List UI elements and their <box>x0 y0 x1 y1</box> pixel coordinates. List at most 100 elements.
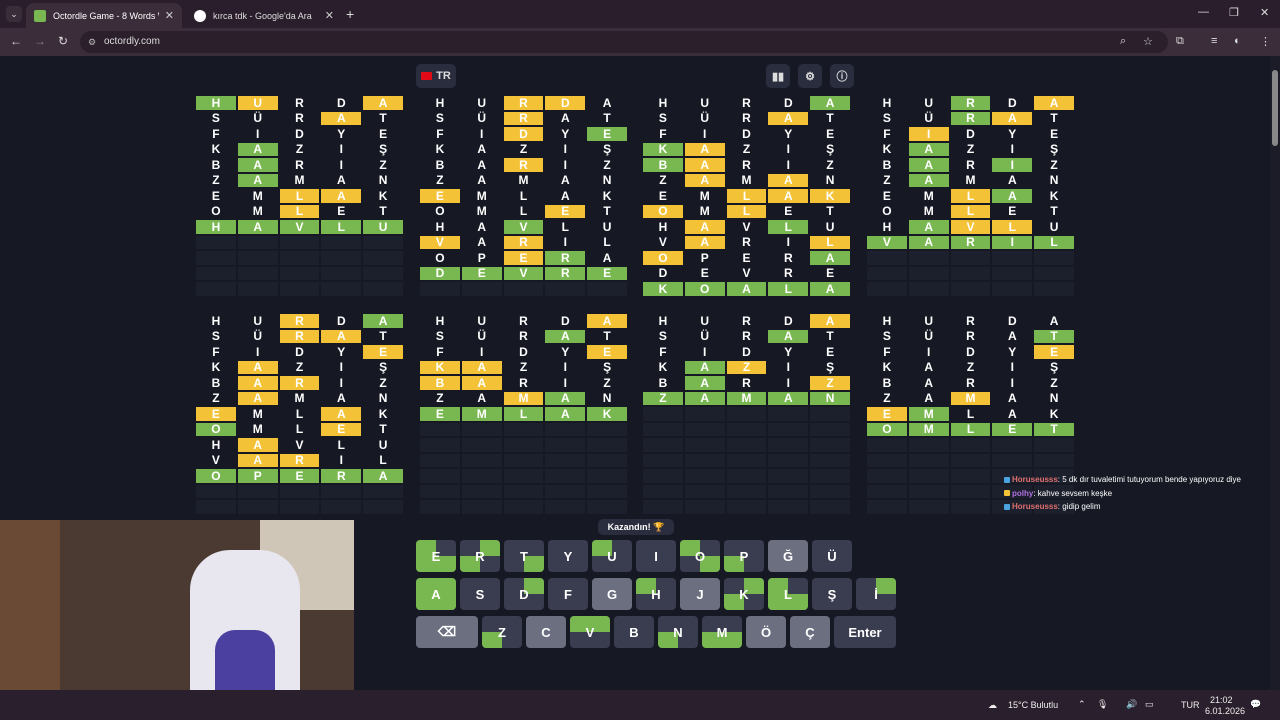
forward-icon[interactable]: → <box>34 34 46 48</box>
notifications-icon[interactable]: 💬 <box>1250 699 1261 710</box>
speaker-icon[interactable]: 🔊 <box>1126 699 1137 710</box>
tile: O <box>643 251 683 265</box>
tile: E <box>545 204 586 218</box>
bookmark-star-icon[interactable]: ☆ <box>1143 35 1153 48</box>
tab-search-button[interactable]: ⌄ <box>6 6 22 22</box>
address-bar[interactable]: ⚙ octordly.com <box>80 31 1168 53</box>
tile: A <box>684 360 725 374</box>
key-Ğ[interactable]: Ğ <box>768 540 808 572</box>
tile: T <box>603 329 611 344</box>
key-M[interactable]: M <box>702 616 742 648</box>
zoom-icon[interactable]: ⌕ <box>1120 35 1126 48</box>
key-İ[interactable]: İ <box>856 578 896 610</box>
guess-row: ZAMAN <box>643 173 850 187</box>
gear-icon: ⚙ <box>805 70 815 83</box>
tile: M <box>726 391 767 405</box>
reload-icon[interactable]: ↻ <box>58 34 68 48</box>
key-R[interactable]: R <box>460 540 500 572</box>
page-scrollbar[interactable] <box>1270 56 1280 690</box>
stats-button[interactable]: ▮▮ <box>766 64 790 88</box>
key-G[interactable]: G <box>592 578 632 610</box>
key-V[interactable]: V <box>570 616 610 648</box>
clock-time[interactable]: 21:02 <box>1210 695 1233 705</box>
key-N[interactable]: N <box>658 616 698 648</box>
key-Ü[interactable]: Ü <box>812 540 852 572</box>
tile: T <box>603 204 611 219</box>
extensions-icon[interactable]: ⧉ <box>1176 35 1184 48</box>
close-tab-icon[interactable]: ✕ <box>165 9 174 22</box>
minimize-icon[interactable]: — <box>1198 6 1209 18</box>
new-tab-icon[interactable]: + <box>346 6 354 22</box>
weather-text[interactable]: 15°C Bulutlu <box>1008 700 1058 710</box>
chat-message: polhy: kahve sevsem keşke <box>1004 487 1241 501</box>
key-Ş[interactable]: Ş <box>812 578 852 610</box>
key-C[interactable]: C <box>526 616 566 648</box>
key-T[interactable]: T <box>504 540 544 572</box>
tile: F <box>212 344 220 359</box>
empty-tile <box>810 500 850 514</box>
menu-icon[interactable]: ⋮ <box>1260 35 1271 48</box>
tile: A <box>1007 391 1017 406</box>
tile: Z <box>379 375 387 390</box>
info-button[interactable]: ⓘ <box>830 64 854 88</box>
guess-row <box>643 500 850 514</box>
key-U[interactable]: U <box>592 540 632 572</box>
language-indicator[interactable]: TUR <box>1181 700 1200 710</box>
network-icon[interactable]: ▭ <box>1145 699 1154 710</box>
tile: A <box>587 314 627 328</box>
key-Ö[interactable]: Ö <box>746 616 786 648</box>
key-E[interactable]: E <box>416 540 456 572</box>
key-F[interactable]: F <box>548 578 588 610</box>
close-window-icon[interactable]: ✕ <box>1260 6 1269 19</box>
empty-tile <box>237 484 278 498</box>
scrollbar-thumb[interactable] <box>1272 70 1278 146</box>
key-Ç[interactable]: Ç <box>790 616 830 648</box>
key-J[interactable]: J <box>680 578 720 610</box>
backspace-key[interactable]: ⌫ <box>416 616 478 648</box>
weather-icon[interactable]: ☁ <box>988 700 997 711</box>
tab-google[interactable]: kırca tdk - Google'da Ara ✕ <box>186 3 342 28</box>
tile: R <box>279 453 320 467</box>
empty-tile <box>420 484 460 498</box>
tab-octordle[interactable]: Octordle Game - 8 Words Word ✕ <box>26 3 182 28</box>
key-S[interactable]: S <box>460 578 500 610</box>
tile: L <box>321 220 362 234</box>
empty-tile <box>587 438 627 452</box>
empty-tile <box>503 484 544 498</box>
tile: K <box>602 188 612 203</box>
guess-row: E M LA K <box>867 189 1074 203</box>
key-Y[interactable]: Y <box>548 540 588 572</box>
key-H[interactable]: H <box>636 578 676 610</box>
empty-tile <box>684 469 725 483</box>
tile: U <box>378 437 388 452</box>
tile: I <box>563 235 567 250</box>
enter-key[interactable]: Enter <box>834 616 896 648</box>
mic-icon[interactable]: 🎙 <box>1097 699 1108 710</box>
key-label: T <box>520 548 528 564</box>
settings-button[interactable]: ⚙ <box>798 64 822 88</box>
key-A[interactable]: A <box>416 578 456 610</box>
key-label: O <box>694 548 706 564</box>
key-D[interactable]: D <box>504 578 544 610</box>
reading-list-icon[interactable]: ≡ <box>1211 35 1217 47</box>
close-tab-icon[interactable]: ✕ <box>325 9 334 22</box>
tile: Z <box>212 391 220 406</box>
guess-row: SÜRAT <box>420 111 627 125</box>
tile: Ü <box>924 111 934 126</box>
site-info-icon[interactable]: ⚙ <box>88 31 96 53</box>
key-O[interactable]: O <box>680 540 720 572</box>
key-L[interactable]: L <box>768 578 808 610</box>
clock-date[interactable]: 6.01.2026 <box>1205 706 1245 716</box>
key-P[interactable]: P <box>724 540 764 572</box>
tile: V <box>950 220 991 234</box>
tray-chevron-icon[interactable]: ⌃ <box>1078 699 1086 710</box>
profile-icon[interactable]: ◐ <box>1234 35 1241 47</box>
key-I[interactable]: I <box>636 540 676 572</box>
key-B[interactable]: B <box>614 616 654 648</box>
back-icon[interactable]: ← <box>10 34 22 48</box>
key-Z[interactable]: Z <box>482 616 522 648</box>
empty-tile <box>196 484 236 498</box>
restore-icon[interactable]: ❐ <box>1229 6 1239 19</box>
key-K[interactable]: K <box>724 578 764 610</box>
language-button[interactable]: TR <box>416 64 456 88</box>
